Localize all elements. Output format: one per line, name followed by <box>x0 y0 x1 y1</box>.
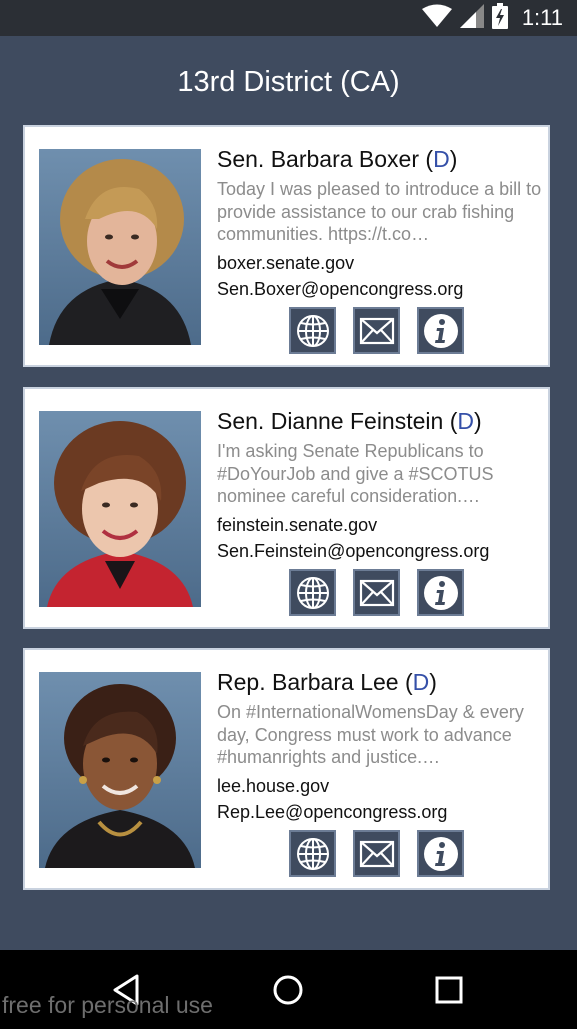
website-text[interactable]: boxer.senate.gov <box>217 250 542 276</box>
representative-name: Sen. Barbara Boxer (D) <box>217 146 458 172</box>
recents-square-icon <box>435 976 463 1004</box>
globe-icon <box>296 576 329 609</box>
party-label: D <box>457 408 474 434</box>
info-icon <box>423 836 458 871</box>
info-icon <box>423 313 458 348</box>
info-button[interactable] <box>417 569 464 616</box>
envelope-icon <box>359 840 394 867</box>
representative-name: Rep. Barbara Lee (D) <box>217 669 437 695</box>
email-text[interactable]: Rep.Lee@opencongress.org <box>217 799 542 825</box>
email-button[interactable] <box>353 569 400 616</box>
status-bar: 1:11 <box>0 0 577 36</box>
representative-info: Rep. Barbara Lee (D) On #InternationalWo… <box>217 668 542 825</box>
representative-photo <box>39 149 201 345</box>
website-button[interactable] <box>289 569 336 616</box>
party-label: D <box>433 146 450 172</box>
action-buttons <box>289 569 464 616</box>
globe-icon <box>296 314 329 347</box>
email-button[interactable] <box>353 830 400 877</box>
recents-button[interactable] <box>429 970 469 1010</box>
signal-icon <box>459 3 484 33</box>
battery-charging-icon <box>491 2 508 34</box>
home-button[interactable] <box>268 970 308 1010</box>
email-text[interactable]: Sen.Boxer@opencongress.org <box>217 276 542 302</box>
latest-tweet[interactable]: I'm asking Senate Republicans to #DoYour… <box>217 440 542 508</box>
representative-photo <box>39 411 201 607</box>
status-icons: 1:11 <box>421 0 563 36</box>
representative-name: Sen. Dianne Feinstein (D) <box>217 408 482 434</box>
info-icon <box>423 575 458 610</box>
email-button[interactable] <box>353 307 400 354</box>
website-button[interactable] <box>289 307 336 354</box>
info-button[interactable] <box>417 307 464 354</box>
representative-photo <box>39 672 201 868</box>
representative-card[interactable]: Sen. Dianne Feinstein (D) I'm asking Sen… <box>23 387 550 629</box>
globe-icon <box>296 837 329 870</box>
party-label: D <box>412 669 430 695</box>
page-title: 13rd District (CA) <box>177 66 400 98</box>
action-buttons <box>289 307 464 354</box>
latest-tweet[interactable]: On #InternationalWomensDay & every day, … <box>217 701 542 769</box>
website-button[interactable] <box>289 830 336 877</box>
wifi-icon <box>421 4 452 33</box>
representative-info: Sen. Barbara Boxer (D) Today I was pleas… <box>217 145 542 302</box>
website-text[interactable]: lee.house.gov <box>217 773 542 799</box>
status-time: 1:11 <box>521 5 563 30</box>
email-text[interactable]: Sen.Feinstein@opencongress.org <box>217 538 542 564</box>
representative-card[interactable]: Sen. Barbara Boxer (D) Today I was pleas… <box>23 125 550 367</box>
app-body: 13rd District (CA) Sen. Barbara Boxer (D… <box>0 36 577 950</box>
website-text[interactable]: feinstein.senate.gov <box>217 512 542 538</box>
representative-card[interactable]: Rep. Barbara Lee (D) On #InternationalWo… <box>23 648 550 890</box>
home-circle-icon <box>273 975 303 1005</box>
representative-info: Sen. Dianne Feinstein (D) I'm asking Sen… <box>217 407 542 564</box>
action-buttons <box>289 830 464 877</box>
info-button[interactable] <box>417 830 464 877</box>
envelope-icon <box>359 579 394 606</box>
latest-tweet[interactable]: Today I was pleased to introduce a bill … <box>217 178 542 246</box>
envelope-icon <box>359 317 394 344</box>
watermark-text: free for personal use <box>2 992 213 1018</box>
